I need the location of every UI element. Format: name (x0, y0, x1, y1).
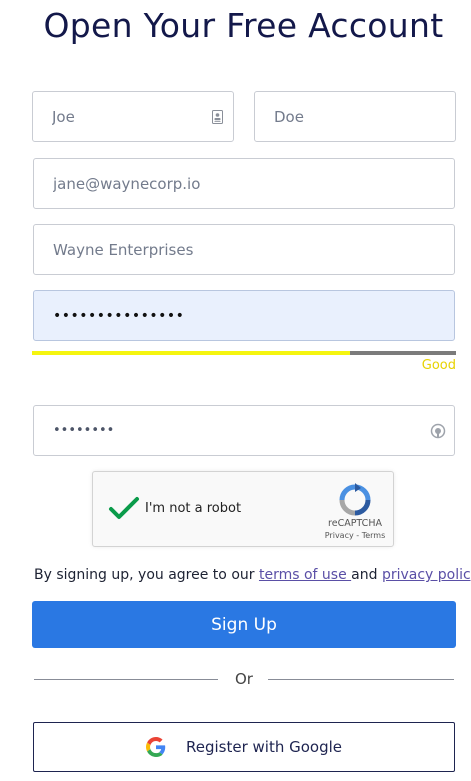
confirm-password-field[interactable] (33, 405, 455, 456)
divider-label: Or (235, 670, 253, 688)
first-name-input[interactable] (33, 92, 233, 141)
email-input[interactable] (34, 159, 454, 208)
divider-line-left (34, 679, 218, 680)
register-with-google-label: Register with Google (185, 738, 342, 756)
recaptcha-logo-icon (337, 482, 373, 518)
recaptcha-brand: reCAPTCHA (328, 518, 382, 529)
password-reveal-icon[interactable] (430, 423, 446, 439)
last-name-input[interactable] (255, 92, 455, 141)
checkmark-icon (109, 497, 139, 519)
contact-card-icon[interactable] (209, 109, 225, 125)
terms-of-use-link[interactable]: terms of use (259, 567, 351, 583)
sign-up-button[interactable]: Sign Up (32, 601, 456, 648)
register-with-google-button[interactable]: Register with Google (33, 722, 455, 772)
recaptcha-links[interactable]: Privacy - Terms (319, 531, 391, 540)
recaptcha-checkbox[interactable] (107, 492, 141, 526)
privacy-policy-link[interactable]: privacy policy (382, 567, 471, 583)
last-name-field[interactable] (254, 91, 456, 142)
password-field[interactable] (33, 290, 455, 341)
first-name-field[interactable] (32, 91, 234, 142)
password-strength-label: Good (421, 358, 456, 373)
recaptcha-label: I'm not a robot (145, 501, 242, 516)
terms-middle: and (351, 567, 382, 583)
confirm-password-input[interactable] (34, 406, 454, 455)
google-icon (145, 737, 166, 757)
company-input[interactable] (34, 225, 454, 274)
divider-line-right (268, 679, 454, 680)
password-strength-fill (32, 351, 350, 355)
company-field[interactable] (33, 224, 455, 275)
password-input[interactable] (34, 291, 454, 340)
terms-notice: By signing up, you agree to our terms of… (34, 567, 471, 583)
page-title: Open Your Free Account (43, 6, 444, 45)
recaptcha-widget: I'm not a robot reCAPTCHA Privacy - Term… (92, 471, 394, 547)
email-field[interactable] (33, 158, 455, 209)
terms-prefix: By signing up, you agree to our (34, 567, 259, 583)
password-strength-meter (32, 351, 456, 355)
